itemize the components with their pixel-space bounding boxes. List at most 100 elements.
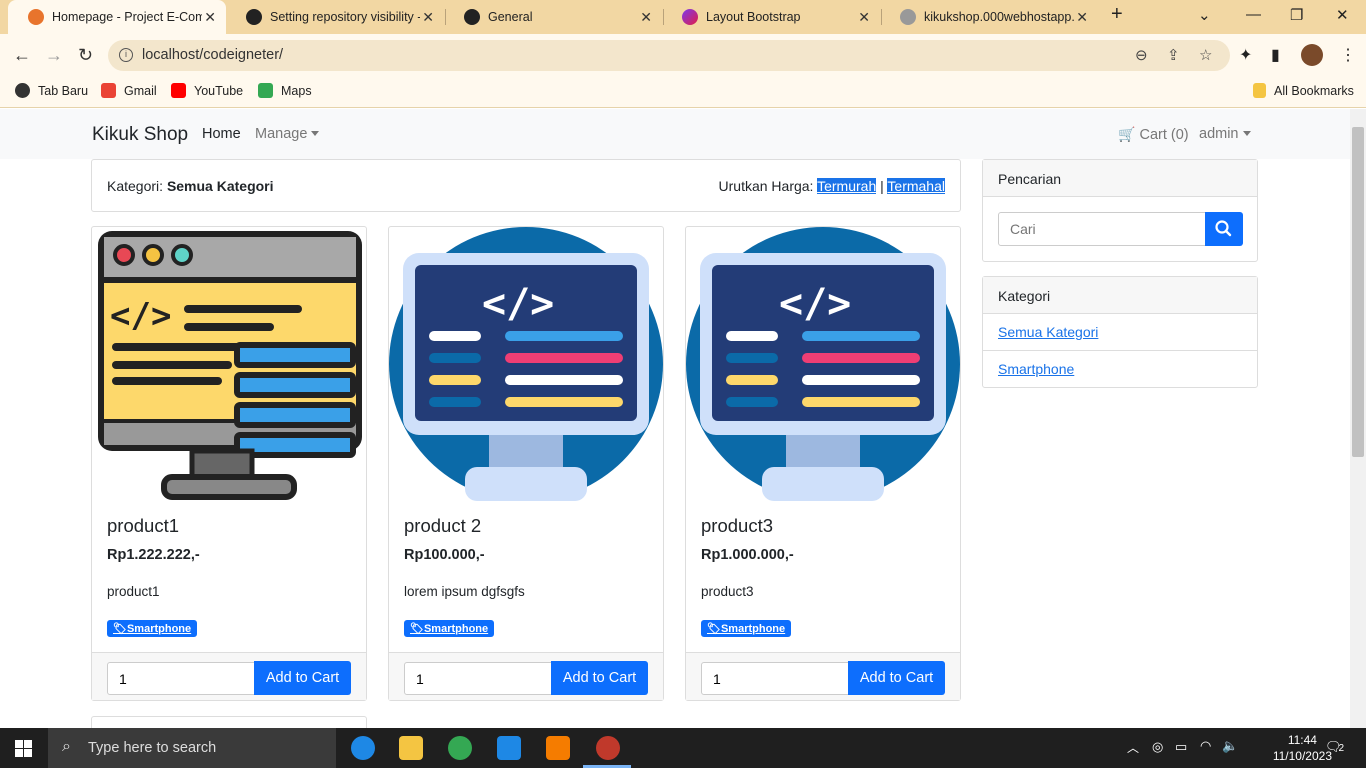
- tab-search-chevron-icon[interactable]: ⌄: [1198, 6, 1211, 24]
- tab-layout-bootstrap[interactable]: Layout Bootstrap ✕: [662, 0, 880, 34]
- bookmark-gmail[interactable]: Gmail: [101, 83, 157, 98]
- product-image[interactable]: </>: [686, 227, 960, 501]
- close-icon[interactable]: ✕: [204, 9, 216, 26]
- side-panel-icon[interactable]: ▮: [1271, 45, 1280, 65]
- category-badge[interactable]: 🏷Smartphone: [107, 620, 198, 637]
- site-info-icon[interactable]: i: [119, 48, 133, 62]
- code-monitor-icon: </>: [389, 227, 663, 501]
- tab-repository-visibility[interactable]: Setting repository visibility - ✕: [226, 0, 444, 34]
- chevron-up-icon[interactable]: ︿: [1127, 739, 1139, 756]
- category-badge[interactable]: 🏷Smartphone: [701, 620, 792, 637]
- category-filter-value: Semua Kategori: [166, 178, 274, 194]
- windows-start-icon[interactable]: [15, 740, 32, 757]
- close-icon[interactable]: ✕: [858, 9, 870, 26]
- all-bookmarks-label: All Bookmarks: [1274, 83, 1354, 98]
- sort-most-expensive-link[interactable]: Termahal: [887, 178, 945, 194]
- bookmark-tab-baru[interactable]: Tab Baru: [15, 83, 88, 98]
- cart-icon: 🛒: [1118, 126, 1136, 142]
- category-badge[interactable]: 🏷Smartphone: [404, 620, 495, 637]
- product-description: product3: [701, 584, 754, 599]
- bookmark-star-icon[interactable]: ☆: [1199, 46, 1212, 64]
- search-panel: Pencarian: [982, 159, 1258, 262]
- bookmark-label: Maps: [281, 83, 312, 98]
- menu-dots-icon[interactable]: ⋮: [1340, 45, 1356, 65]
- taskbar-search[interactable]: ⌕ Type here to search: [48, 728, 336, 768]
- all-bookmarks[interactable]: All Bookmarks: [1253, 83, 1354, 98]
- globe-icon: [900, 9, 916, 25]
- address-bar[interactable]: i localhost/codeigneter/ ⊖ ⇪ ☆: [108, 40, 1230, 71]
- tab-homepage[interactable]: Homepage - Project E-Commerce ✕: [8, 0, 226, 34]
- category-link-smartphone[interactable]: Smartphone: [998, 361, 1074, 377]
- product-description: lorem ipsum dgfsgfs: [404, 584, 525, 599]
- back-icon[interactable]: ←: [13, 45, 31, 66]
- search-input[interactable]: [998, 212, 1206, 246]
- sort-cheapest-link[interactable]: Termurah: [817, 178, 877, 194]
- product-card: </> product 2 Rp100.000,- lorem ipsum dg…: [388, 226, 664, 701]
- minimize-icon[interactable]: —: [1246, 6, 1261, 23]
- share-icon[interactable]: ⇪: [1167, 46, 1180, 64]
- tag-icon: 🏷: [113, 623, 127, 635]
- quantity-input[interactable]: [701, 662, 849, 695]
- notification-icon[interactable]: 🗨2: [1325, 739, 1344, 755]
- product-description: product1: [107, 584, 160, 599]
- page-scrollbar[interactable]: [1350, 109, 1366, 728]
- forward-icon[interactable]: →: [45, 45, 63, 66]
- category-item: Semua Kategori: [983, 314, 1257, 351]
- bookmarks-bar: Tab Baru Gmail YouTube Maps All Bookmark…: [0, 76, 1366, 108]
- add-to-cart-button[interactable]: Add to Cart: [254, 661, 351, 695]
- close-icon[interactable]: ✕: [640, 9, 652, 26]
- brand-logo[interactable]: Kikuk Shop: [92, 124, 188, 146]
- category-link-all[interactable]: Semua Kategori: [998, 324, 1098, 340]
- chrome-active-icon[interactable]: [596, 736, 620, 760]
- new-tab-icon[interactable]: +: [1111, 3, 1123, 26]
- bootstrap-icon: [682, 9, 698, 25]
- bookmark-label: Tab Baru: [38, 83, 89, 98]
- scrollbar-thumb[interactable]: [1352, 127, 1364, 457]
- browser-tab-bar: Homepage - Project E-Commerce ✕ Setting …: [0, 0, 1366, 34]
- nav-user-dropdown[interactable]: admin: [1199, 126, 1251, 142]
- tab-title: kikukshop.000webhostapp.c: [924, 10, 1074, 24]
- file-explorer-icon[interactable]: [399, 736, 423, 760]
- restore-icon[interactable]: ❐: [1290, 6, 1303, 24]
- close-icon[interactable]: ✕: [1076, 9, 1088, 26]
- product-image[interactable]: </>: [92, 227, 366, 501]
- svg-text:</>: </>: [110, 296, 171, 336]
- taskbar-clock[interactable]: 11:44 11/10/2023: [1273, 732, 1332, 764]
- globe-icon: [15, 83, 30, 98]
- clock-date: 11/10/2023: [1272, 749, 1332, 763]
- quantity-input[interactable]: [107, 662, 255, 695]
- add-to-cart-button[interactable]: Add to Cart: [848, 661, 945, 695]
- extensions-icon[interactable]: ✦: [1239, 45, 1252, 65]
- quantity-input[interactable]: [404, 662, 552, 695]
- card-footer: Add to Cart: [92, 652, 366, 700]
- tab-general[interactable]: General ✕: [444, 0, 662, 34]
- wifi-icon[interactable]: ◠: [1200, 738, 1211, 754]
- reload-icon[interactable]: ↻: [78, 45, 93, 66]
- chrome-icon[interactable]: [448, 736, 472, 760]
- search-button[interactable]: [1205, 212, 1243, 246]
- profile-avatar[interactable]: [1301, 44, 1323, 66]
- edge-icon[interactable]: [351, 736, 375, 760]
- folder-icon: [1253, 83, 1266, 98]
- bookmark-maps[interactable]: Maps: [258, 83, 312, 98]
- tab-kikukshop[interactable]: kikukshop.000webhostapp.c ✕: [880, 0, 1098, 34]
- category-filter: Kategori: Semua Kategori: [107, 178, 274, 194]
- category-panel-title: Kategori: [983, 277, 1257, 314]
- volume-icon[interactable]: 🔈: [1222, 738, 1238, 754]
- url-text[interactable]: localhost/codeigneter/: [142, 47, 283, 63]
- close-icon[interactable]: ✕: [422, 9, 434, 26]
- nav-cart[interactable]: 🛒 Cart (0): [1118, 126, 1189, 143]
- product-image[interactable]: </>: [389, 227, 663, 501]
- clock-time: 11:44: [1287, 733, 1317, 747]
- battery-icon[interactable]: ▭: [1175, 739, 1187, 755]
- add-to-cart-button[interactable]: Add to Cart: [551, 661, 648, 695]
- window-close-icon[interactable]: ✕: [1336, 6, 1349, 24]
- nav-home[interactable]: Home: [202, 126, 241, 142]
- webcam-icon[interactable]: ◎: [1152, 739, 1163, 755]
- bookmark-youtube[interactable]: YouTube: [171, 83, 243, 98]
- xampp-icon[interactable]: [546, 736, 570, 760]
- vscode-icon[interactable]: [497, 736, 521, 760]
- zoom-icon[interactable]: ⊖: [1135, 46, 1148, 64]
- nav-manage-dropdown[interactable]: Manage: [255, 126, 320, 142]
- cart-label: Cart (0): [1139, 127, 1189, 143]
